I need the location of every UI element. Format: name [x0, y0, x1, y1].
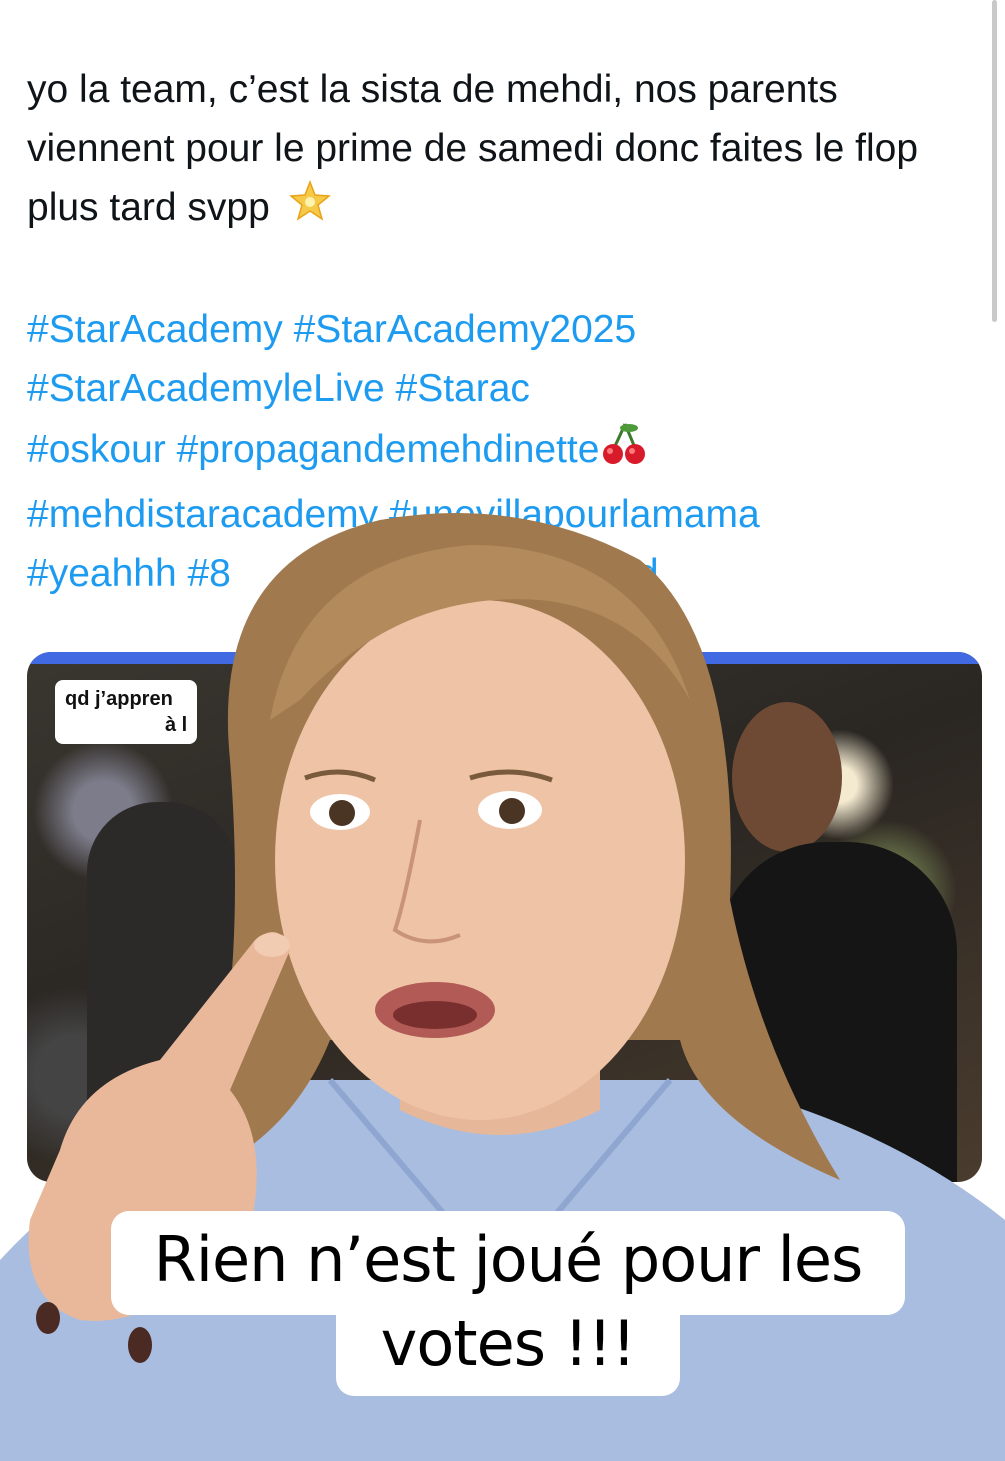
hashtag-line[interactable]: #StarAcademyleLive #Starac: [27, 359, 957, 418]
hashtag-text[interactable]: #yeahhh #8: [27, 552, 231, 595]
hashtag-text[interactable]: #oskour #propagandemehdinette: [27, 428, 599, 471]
hashtag-line[interactable]: #oskour #propagandemehdinette: [27, 418, 957, 485]
glowing-star-icon: [287, 178, 333, 241]
hashtag-line[interactable]: #yeahhh #8 aled: [27, 544, 957, 603]
cherries-icon: [599, 418, 649, 485]
hashtag-list: #StarAcademy #StarAcademy2025 #StarAcade…: [27, 300, 957, 603]
hashtag-line[interactable]: #mehdistaracademy #unevillapourlamama: [27, 485, 957, 544]
video-caption: qd j’appren à l: [55, 680, 198, 744]
tweet-body: yo la team, c’est la sista de mehdi, nos…: [27, 60, 957, 603]
background-person: [87, 802, 237, 1182]
hashtag-line[interactable]: #StarAcademy #StarAcademy2025: [27, 300, 957, 359]
scrollbar[interactable]: [992, 0, 997, 322]
video-top-bar: [27, 652, 982, 664]
background-person: [717, 842, 957, 1182]
tweet-text: yo la team, c’est la sista de mehdi, nos…: [27, 68, 919, 229]
hashtag-text-tail[interactable]: aled: [585, 552, 659, 595]
background-person-head: [732, 702, 842, 852]
video-thumbnail[interactable]: qd j’appren à l: [27, 652, 982, 1182]
overlay-caption: Rien n’est joué pour les votes !!!: [153, 1223, 864, 1380]
